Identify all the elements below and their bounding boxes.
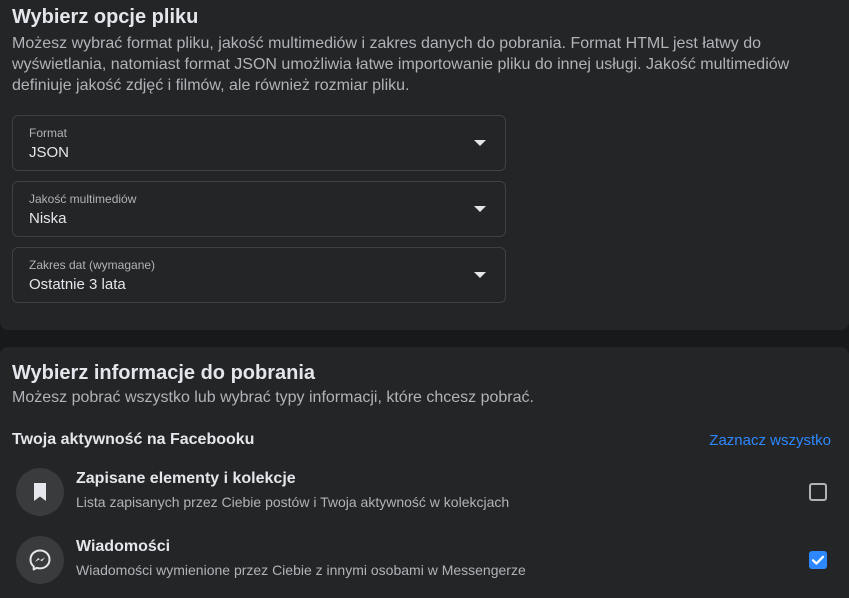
format-select-label: Format <box>29 126 68 140</box>
file-options-card: Wybierz opcje pliku Możesz wybrać format… <box>0 0 849 330</box>
format-select[interactable]: Format JSON <box>12 115 506 171</box>
list-item-title: Wiadomości <box>76 538 171 555</box>
saved-items-checkbox[interactable] <box>809 483 827 501</box>
list-item-description: Lista zapisanych przez Ciebie postów i T… <box>76 494 510 510</box>
media-quality-select[interactable]: Jakość multimediów Niska <box>12 181 506 237</box>
file-options-title: Wybierz opcje pliku <box>12 6 199 28</box>
media-quality-select-value: Niska <box>29 210 67 227</box>
list-item-saved-items[interactable]: Zapisane elementy i kolekcje Lista zapis… <box>0 461 849 521</box>
caret-down-icon <box>474 140 486 146</box>
info-selection-card: Wybierz informacje do pobrania Możesz po… <box>0 347 849 598</box>
date-range-select-label: Zakres dat (wymagane) <box>29 258 156 272</box>
messages-icon-wrap <box>16 536 64 584</box>
list-item-messages[interactable]: Wiadomości Wiadomości wymienione przez C… <box>0 529 849 589</box>
file-options-description: Możesz wybrać format pliku, jakość multi… <box>12 35 790 94</box>
format-select-value: JSON <box>29 144 70 161</box>
date-range-select[interactable]: Zakres dat (wymagane) Ostatnie 3 lata <box>12 247 506 303</box>
info-selection-description: Możesz pobrać wszystko lub wybrać typy i… <box>12 389 534 406</box>
caret-down-icon <box>474 206 486 212</box>
date-range-select-value: Ostatnie 3 lata <box>29 276 126 293</box>
media-quality-select-label: Jakość multimediów <box>29 192 137 206</box>
select-all-link[interactable]: Zaznacz wszystko <box>709 432 831 449</box>
list-item-description: Wiadomości wymienione przez Ciebie z inn… <box>76 562 526 578</box>
caret-down-icon <box>474 272 486 278</box>
list-item-title: Zapisane elementy i kolekcje <box>76 470 296 487</box>
checkmark-icon <box>811 555 825 565</box>
messenger-icon <box>29 549 51 571</box>
saved-items-icon-wrap <box>16 468 64 516</box>
messages-checkbox[interactable] <box>809 551 827 569</box>
activity-heading: Twoja aktywność na Facebooku <box>12 431 255 448</box>
info-selection-title: Wybierz informacje do pobrania <box>12 362 316 384</box>
bookmark-icon <box>34 483 46 501</box>
